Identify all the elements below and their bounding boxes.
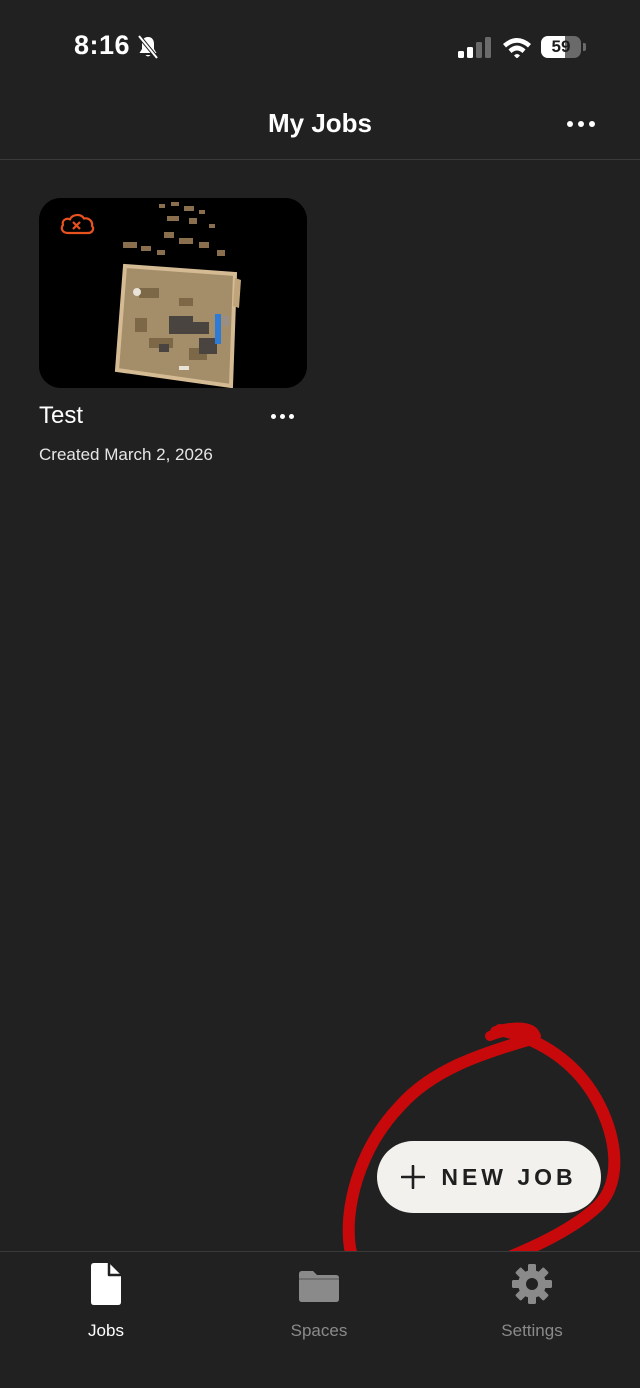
page-title: My Jobs	[267, 108, 373, 138]
tab-label-settings: Settings	[501, 1321, 563, 1340]
tab-settings[interactable]: Settings	[472, 1262, 592, 1342]
new-job-button[interactable]: NEW JOB	[377, 1141, 601, 1213]
gear-icon	[512, 1264, 552, 1304]
plus-icon	[401, 1165, 426, 1189]
tab-bar: Jobs Spaces Settings	[0, 1251, 640, 1388]
job-name: Test	[39, 402, 84, 429]
status-time: 8:16	[74, 30, 131, 60]
document-icon	[91, 1263, 121, 1305]
header: My Jobs	[0, 96, 640, 160]
tab-label-jobs: Jobs	[88, 1321, 124, 1340]
job-created-date: Created March 2, 2026	[39, 445, 213, 464]
tab-jobs[interactable]: Jobs	[46, 1262, 166, 1342]
wifi-icon	[503, 38, 531, 58]
tab-spaces[interactable]: Spaces	[259, 1262, 379, 1342]
battery-body: 59	[541, 36, 581, 58]
tab-label-spaces: Spaces	[290, 1321, 348, 1340]
job-more-options-icon[interactable]	[265, 404, 299, 428]
job-thumbnail[interactable]	[39, 198, 307, 388]
folder-icon	[299, 1271, 339, 1302]
cellular-signal-icon	[458, 37, 491, 58]
battery-level: 59	[551, 37, 571, 56]
status-bar: 8:16 59	[0, 0, 640, 96]
cloud-error-icon	[60, 213, 95, 235]
bell-slash-icon	[137, 34, 159, 60]
battery-indicator: 59	[541, 36, 587, 58]
battery-tip	[583, 43, 586, 51]
more-horizontal-icon[interactable]	[560, 110, 602, 138]
job-card[interactable]: Test Created March 2, 2026	[39, 198, 307, 468]
new-job-label: NEW JOB	[441, 1163, 577, 1190]
